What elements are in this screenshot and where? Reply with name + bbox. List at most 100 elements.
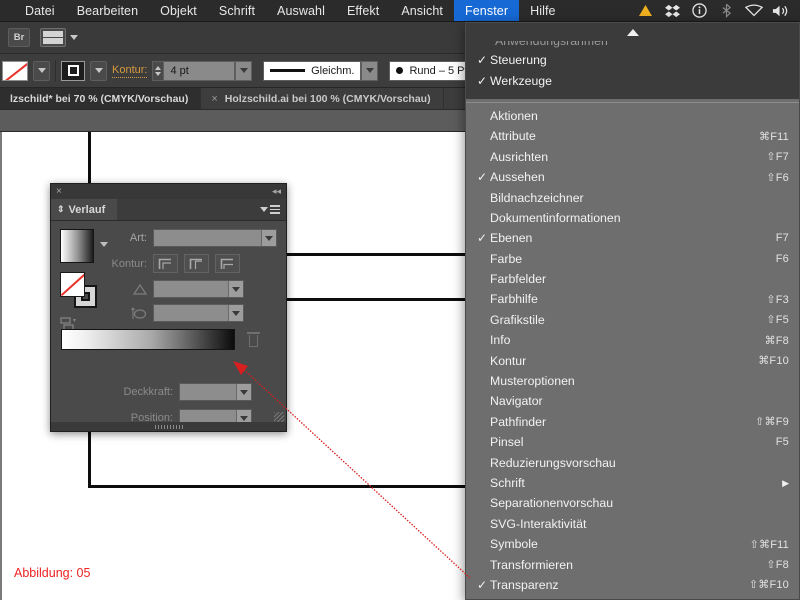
stroke-gradient-label: Kontur: [111,257,147,270]
check-icon: ✓ [477,577,488,592]
fenster-dropdown-menu[interactable]: Anwendungsrahmen ✓ Steuerung ✓ Werkzeuge… [465,22,800,600]
gradient-presets-dropdown-icon[interactable] [100,242,108,247]
menu-item-schrift[interactable]: Schrift ▶ [466,473,799,493]
stroke-profile-dropdown-icon[interactable] [361,60,379,81]
menu-item-grafikstile[interactable]: Grafikstile ⇧F5 [466,310,799,330]
panel-drag-grip[interactable] [51,422,286,431]
menu-item-variablen[interactable]: Variablen [466,595,799,599]
stroke-weight-stepper[interactable] [152,60,164,81]
menu-item-ausrichten[interactable]: Ausrichten ⇧F7 [466,147,799,167]
menu-hilfe[interactable]: Hilfe [519,0,567,21]
menu-item-ebenen[interactable]: ✓ Ebenen F7 [466,228,799,248]
menu-item-navigator[interactable]: Navigator [466,391,799,411]
panel-close-icon[interactable]: × [56,186,62,197]
stroke-align-inside-button[interactable] [153,254,178,273]
dropbox-icon[interactable] [659,0,686,22]
menu-ansicht[interactable]: Ansicht [390,0,454,21]
menu-item-pathfinder[interactable]: Pathfinder ⇧⌘F9 [466,412,799,432]
menu-item-svg-interaktivitaet[interactable]: SVG-Interaktivität [466,514,799,534]
close-icon[interactable]: × [211,93,217,105]
menu-item-kontur-label: Kontur [490,353,527,368]
document-tab-1-title: lzschild* bei 70 % (CMYK/Vorschau) [10,92,189,105]
menu-scroll-up-arrow[interactable] [466,23,799,41]
menu-item-farbhilfe[interactable]: Farbhilfe ⇧F3 [466,289,799,309]
menu-item-farbe-shortcut: F6 [775,252,789,265]
bridge-button[interactable]: Br [8,28,30,47]
menu-item-farbe[interactable]: Farbe F6 [466,249,799,269]
menu-schrift[interactable]: Schrift [208,0,266,21]
menu-item-transformieren-shortcut: ⇧F8 [766,559,789,572]
menu-effekt[interactable]: Effekt [336,0,390,21]
menu-fenster[interactable]: Fenster [454,0,520,21]
fill-gradient-button[interactable] [60,272,85,297]
stroke-weight-dropdown-icon[interactable] [235,60,253,81]
menu-datei[interactable]: Datei [14,0,66,21]
menu-divider [466,101,799,103]
menu-item-clipped-top[interactable]: Anwendungsrahmen [466,41,799,50]
menu-item-farbhilfe-shortcut: ⇧F3 [766,293,789,306]
arrange-documents-icon[interactable] [40,28,66,47]
panel-flyout-menu-icon[interactable] [260,199,286,220]
document-tab-1[interactable]: lzschild* bei 70 % (CMYK/Vorschau) [0,88,202,109]
gradient-angle-input[interactable] [153,280,244,298]
menu-item-aussehen[interactable]: ✓ Aussehen ⇧F6 [466,167,799,187]
stroke-weight-value[interactable]: 4 pt [163,60,236,81]
stop-opacity-input[interactable] [179,383,252,401]
menu-item-aktionen[interactable]: Aktionen [466,106,799,126]
gradient-slider[interactable] [61,329,235,350]
gradient-panel[interactable]: × ◂◂ ⇕ Verlauf Art: Kontur: Deckkraft: P… [50,183,287,432]
menu-item-symbole[interactable]: Symbole ⇧⌘F11 [466,534,799,554]
stroke-weight-label[interactable]: Kontur: [112,64,148,78]
menu-bearbeiten[interactable]: Bearbeiten [66,0,149,21]
delete-stop-icon[interactable] [247,332,260,347]
gradient-type-select[interactable] [153,229,277,247]
menu-item-farbfelder[interactable]: Farbfelder [466,269,799,289]
menu-item-separationenvorschau[interactable]: Separationenvorschau [466,493,799,513]
wifi-icon[interactable] [740,0,767,22]
menu-group-panels: Aktionen Attribute ⌘F11 Ausrichten ⇧F7 ✓… [466,106,799,599]
menu-item-attribute-label: Attribute [490,129,536,144]
gradient-preview-swatch[interactable] [60,229,94,263]
system-status-icons [632,0,800,21]
panel-collapse-icon[interactable]: ◂◂ [272,186,281,197]
stroke-profile-combo[interactable]: Gleichm. [263,60,362,81]
menu-item-transparenz[interactable]: ✓ Transparenz ⇧⌘F10 [466,575,799,595]
menu-item-info[interactable]: Info ⌘F8 [466,330,799,350]
volume-icon[interactable] [767,0,794,22]
menu-item-navigator-label: Navigator [490,394,543,409]
apple-menu-icon[interactable] [0,0,14,21]
menu-item-attribute[interactable]: Attribute ⌘F11 [466,126,799,146]
menu-item-steuerung[interactable]: ✓ Steuerung [466,50,799,71]
gradient-aspect-input[interactable] [153,304,244,322]
document-tab-2[interactable]: × Holzschild.ai bei 100 % (CMYK/Vorschau… [201,88,444,109]
menu-auswahl[interactable]: Auswahl [266,0,336,21]
fill-stroke-gradient-toggle[interactable] [60,272,100,308]
stroke-dropdown-icon[interactable] [90,60,107,81]
stroke-swatch[interactable] [61,60,85,81]
menu-item-kontur[interactable]: Kontur ⌘F10 [466,350,799,370]
fill-dropdown-icon[interactable] [33,60,50,81]
illustrator-screenshot: Datei Bearbeiten Objekt Schrift Auswahl … [0,0,800,600]
menu-item-ebenen-shortcut: F7 [775,232,789,245]
menu-objekt[interactable]: Objekt [149,0,208,21]
menu-item-transformieren[interactable]: Transformieren ⇧F8 [466,554,799,574]
menu-item-musteroptionen[interactable]: Musteroptionen [466,371,799,391]
chevron-down-icon[interactable] [70,35,78,40]
menu-item-werkzeuge[interactable]: ✓ Werkzeuge [466,70,799,91]
menu-item-reduzierungsvorschau[interactable]: Reduzierungsvorschau [466,452,799,472]
warning-triangle-icon[interactable] [632,0,659,22]
info-circle-icon[interactable] [686,0,713,22]
fill-swatch[interactable] [2,60,28,81]
panel-title-bar[interactable]: × ◂◂ [51,184,286,199]
panel-resize-handle[interactable] [274,412,284,422]
menu-item-bildnachzeichner[interactable]: Bildnachzeichner [466,187,799,207]
stroke-align-outside-button[interactable] [215,254,240,273]
panel-expand-icon[interactable]: ⇕ [57,204,65,215]
menu-item-schrift-label: Schrift [490,476,525,490]
menu-item-aktionen-label: Aktionen [490,108,538,123]
tab-verlauf[interactable]: ⇕ Verlauf [51,199,118,220]
stroke-align-center-button[interactable] [184,254,209,273]
bluetooth-icon[interactable] [713,0,740,22]
menu-item-dokumentinformationen[interactable]: Dokumentinformationen [466,208,799,228]
menu-item-pinsel[interactable]: Pinsel F5 [466,432,799,452]
